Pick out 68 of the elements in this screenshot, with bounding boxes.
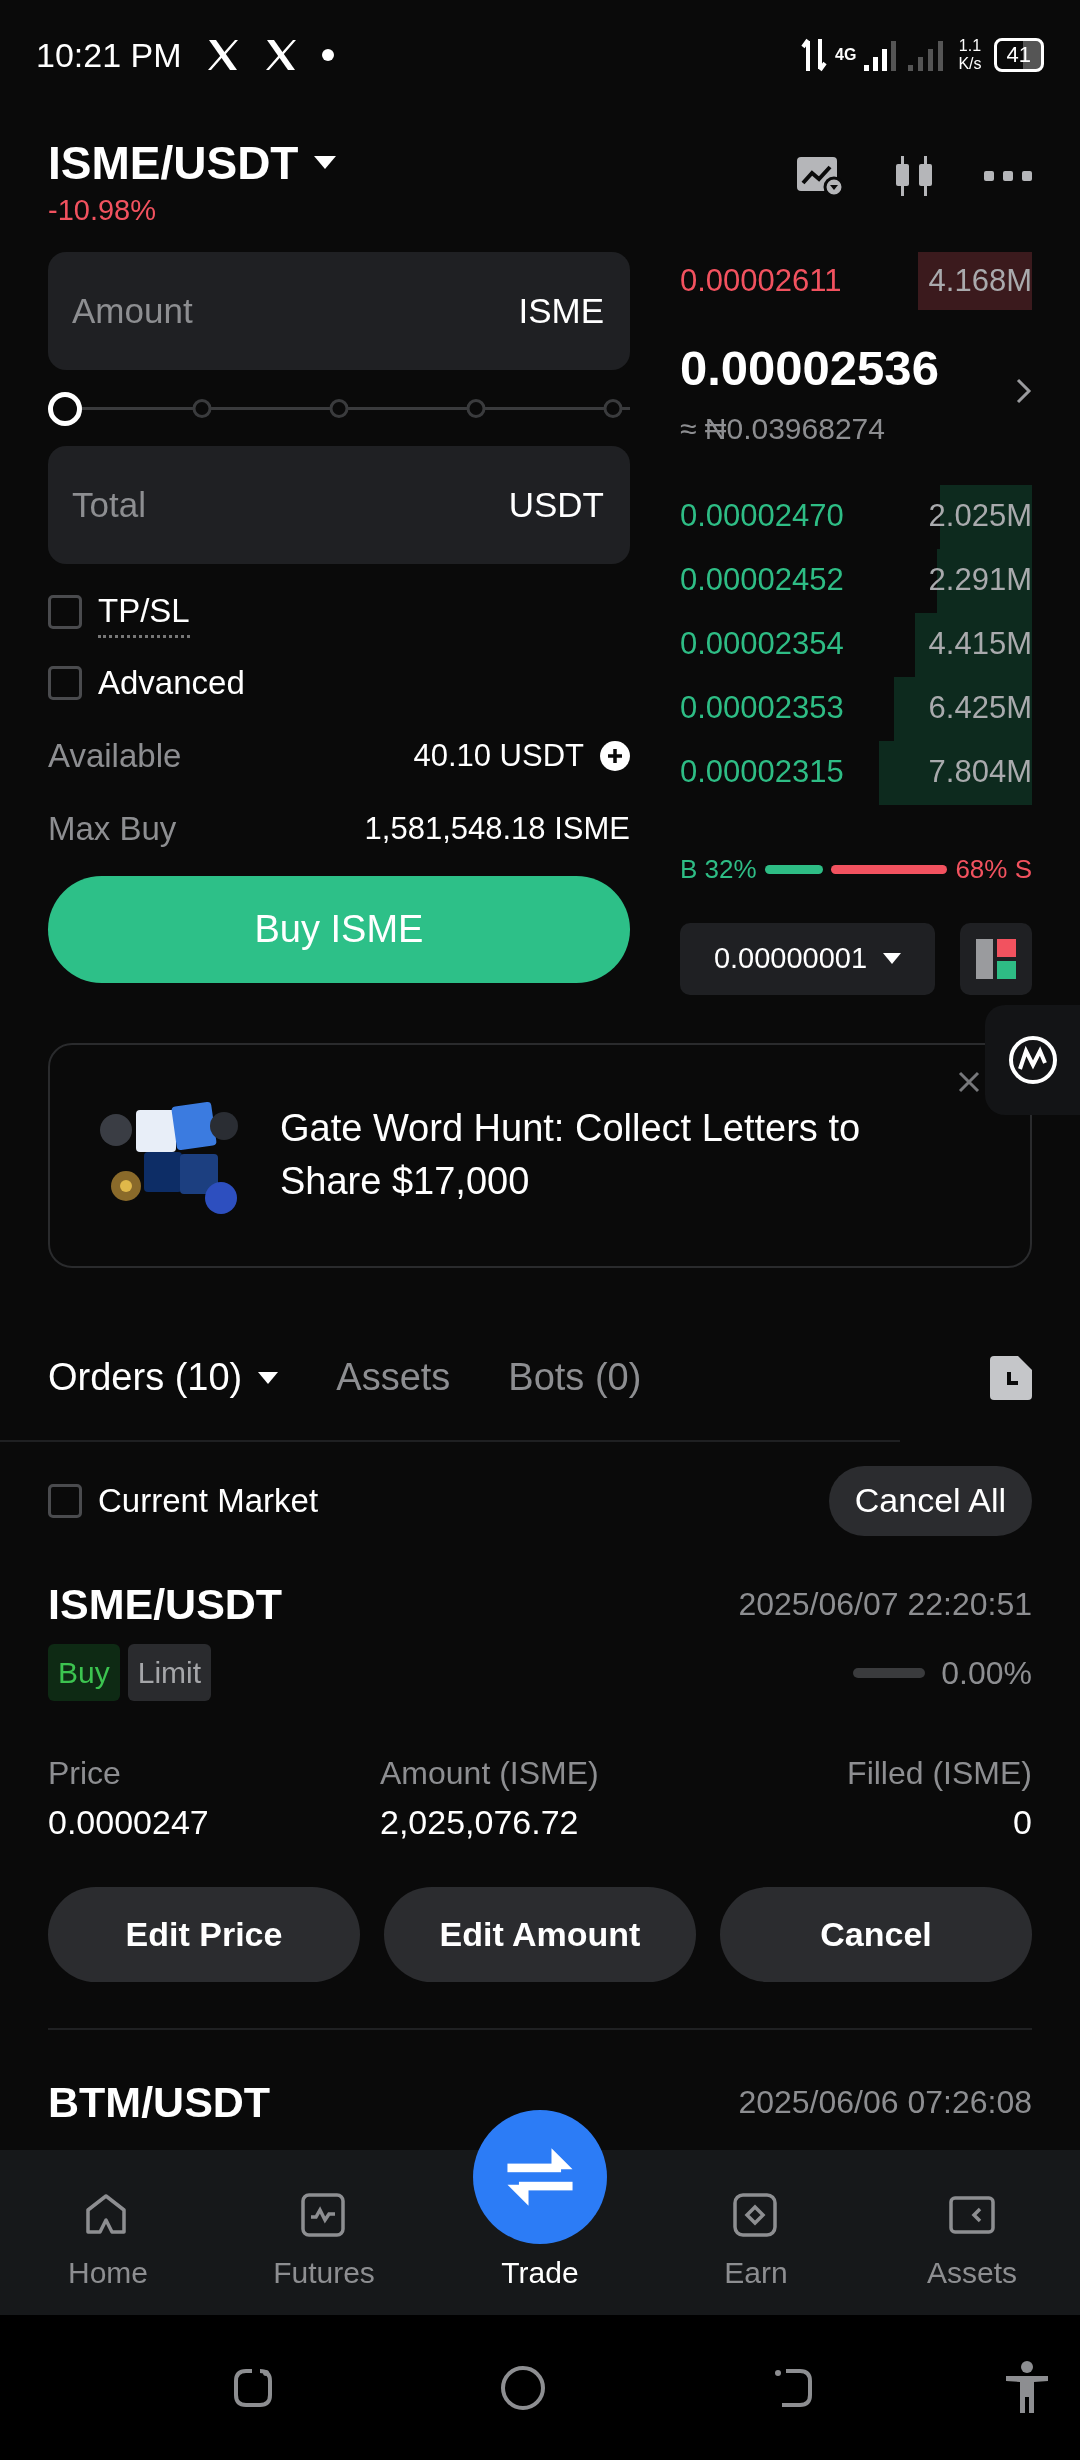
progress-percent: 0.00% [941,1653,1032,1693]
option-label[interactable]: Advanced [98,658,245,708]
unit-label: USDT [496,446,630,564]
option-label[interactable]: TP/SL [98,585,190,639]
pair-selector[interactable]: ISME/USDT [48,138,337,189]
order-book-row[interactable]: 0.00002470 2.025M [680,484,1032,549]
order-book-row[interactable]: 0.00002611 4.168M [680,252,1032,310]
unit-label: ISME [506,252,630,370]
side-tag: Buy [48,1644,120,1701]
order-pair: ISME/USDT [48,1578,283,1630]
order-book-price: 0.00002353 [680,689,844,728]
total-field[interactable]: Total [48,446,498,564]
order-book-size: 2.025M [928,497,1032,536]
order-action-button[interactable]: Cancel [720,1887,1032,1982]
order-book-price: 0.00002354 [680,625,844,664]
order-pair: BTM/USDT [48,2077,271,2128]
order-action-button[interactable]: Edit Price [48,1887,360,1982]
order-time: 2025/06/07 22:20:51 [738,1584,1032,1624]
order-book-price: 0.00002470 [680,497,844,536]
filter-label[interactable]: Current Market [98,1475,319,1526]
nav-tab[interactable]: Home [0,2150,216,2315]
field-label: Price [48,1754,122,1793]
order-book-price: 0.00002611 [680,261,842,300]
nav-tab[interactable]: Earn [648,2150,864,2315]
nav-tab[interactable]: Futures [216,2150,432,2315]
orders-tab[interactable]: Bots (0) [508,1349,642,1406]
field-label: Filled (ISME) [847,1754,1032,1793]
cancel-all-button[interactable]: Cancel All [828,1465,1032,1536]
info-value: 1,581,548.18 ISME [364,809,630,848]
order-book-price: 0.00002452 [680,561,844,600]
field-label: Amount (ISME) [380,1754,600,1793]
order-book-size: 4.415M [928,625,1032,664]
info-label: Available [48,736,182,777]
order-book-row[interactable]: 0.00002353 6.425M [680,676,1032,741]
promo-banner[interactable]: Gate Word Hunt: Collect Letters to Share $17,000 [48,1042,1032,1268]
info-label: Max Buy [48,809,177,850]
status-time: 10:21 PM [36,34,182,76]
amount-field[interactable]: Amount [48,252,508,370]
network-speed: 1.1 [958,37,982,55]
orders-tab[interactable]: Orders (10) [48,1349,279,1406]
network-type: 4G [835,47,857,63]
battery-indicator: 41 [993,38,1044,72]
order-time: 2025/06/06 07:26:08 [738,2083,1032,2123]
order-book-size: 7.804M [928,753,1032,792]
last-price: 0.00002536 [680,340,939,397]
field-value: 0 [1013,1802,1032,1843]
field-value: 0.0000247 [48,1802,210,1843]
sell-ratio: 68% S [955,852,1032,886]
order-book-size: 6.425M [928,689,1032,728]
type-tag: Limit [127,1644,212,1701]
order-action-button[interactable]: Edit Amount [384,1887,696,1982]
order-book-size: 4.168M [928,261,1032,300]
order-book-row[interactable]: 0.00002452 2.291M [680,548,1032,613]
precision-dropdown[interactable]: 0.00000001 [680,922,935,995]
field-value: 2,025,076.72 [380,1802,580,1843]
order-book-row[interactable]: 0.00002354 4.415M [680,612,1032,677]
order-book-price: 0.00002315 [680,753,844,792]
price-change: -10.98% [48,192,157,228]
orders-tab[interactable]: Assets [336,1349,451,1406]
speed-unit: K/s [958,55,982,73]
banner-title: Gate Word Hunt: Collect Letters to Share $17,000 [280,1105,862,1204]
nav-tab[interactable]: Trade [432,2110,648,2315]
order-book-row[interactable]: 0.00002315 7.804M [680,740,1032,805]
buy-ratio: B 32% [680,852,757,886]
fiat-price: ≈ ₦0.03968274 [680,410,886,447]
info-value: 40.10 USDT [413,736,584,775]
nav-tab[interactable]: Assets [864,2150,1080,2315]
order-book-size: 2.291M [928,561,1032,600]
